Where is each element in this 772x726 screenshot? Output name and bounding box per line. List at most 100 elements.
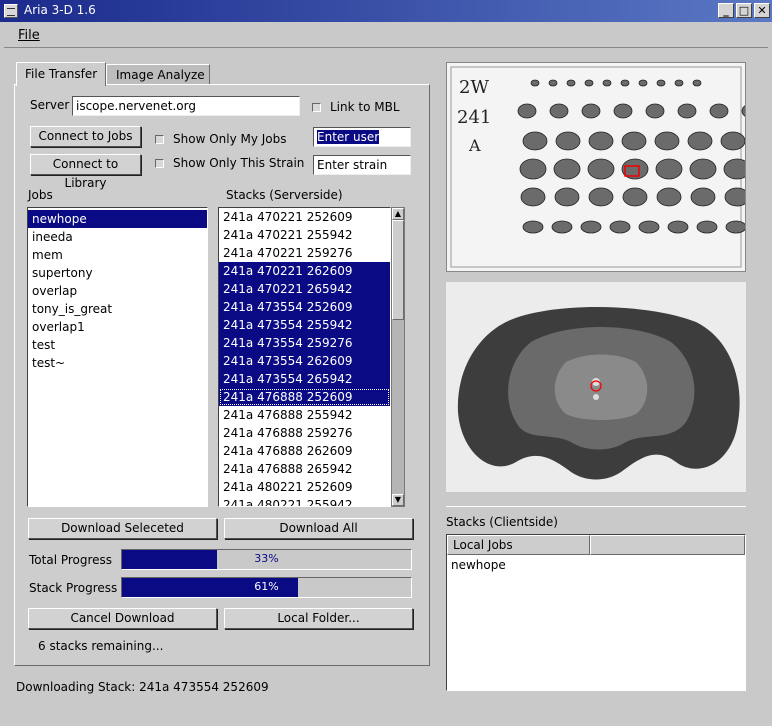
only-this-strain-label: Show Only This Strain bbox=[173, 156, 305, 170]
user-input[interactable]: Enter user bbox=[313, 127, 411, 147]
slide-overview-image[interactable]: 2W 241 A bbox=[446, 62, 746, 272]
list-item[interactable]: 241a 476888 265942 bbox=[219, 460, 390, 478]
stack-progress-text: 61% bbox=[254, 580, 279, 593]
stack-progress-label: Stack Progress bbox=[29, 581, 118, 595]
local-jobs-column-header[interactable]: Local Jobs bbox=[447, 535, 590, 555]
clientside-divider bbox=[446, 506, 746, 507]
server-input[interactable]: iscope.nervenet.org bbox=[72, 96, 300, 116]
empty-column-header[interactable] bbox=[590, 535, 745, 555]
connect-jobs-button[interactable]: Connect to Jobs bbox=[30, 126, 141, 147]
only-this-strain-checkbox[interactable] bbox=[155, 159, 164, 168]
slice-thumbnail bbox=[656, 187, 682, 207]
slice-thumbnail bbox=[655, 158, 683, 180]
title-bar[interactable]: Aria 3-D 1.6 _ □ ✕ bbox=[0, 0, 772, 22]
list-item[interactable]: 241a 470221 252609 bbox=[219, 208, 390, 226]
close-button[interactable]: ✕ bbox=[754, 3, 770, 18]
stacks-scrollbar[interactable]: ▲ ▼ bbox=[391, 207, 405, 507]
slice-thumbnail bbox=[602, 79, 612, 87]
local-folder-button[interactable]: Local Folder... bbox=[224, 608, 413, 629]
list-item[interactable]: 241a 476888 255942 bbox=[219, 406, 390, 424]
slice-thumbnail bbox=[656, 79, 666, 87]
menu-file[interactable]: File bbox=[18, 28, 40, 43]
total-progress-label: Total Progress bbox=[29, 553, 113, 567]
handwriting-line-3: A bbox=[468, 136, 481, 155]
list-item[interactable]: 241a 476888 259276 bbox=[219, 424, 390, 442]
slice-thumbnail bbox=[687, 131, 713, 151]
list-item[interactable]: supertony bbox=[28, 264, 207, 282]
tab-file-transfer-label: File Transfer bbox=[25, 67, 98, 81]
slice-thumbnail bbox=[522, 220, 544, 234]
strain-input[interactable]: Enter strain bbox=[313, 155, 411, 175]
list-item[interactable]: test~ bbox=[28, 354, 207, 372]
scroll-down-arrow-icon[interactable]: ▼ bbox=[392, 494, 404, 506]
total-progress-bar: 33% bbox=[121, 549, 412, 570]
brain-section-image[interactable] bbox=[446, 282, 746, 492]
tab-image-analyze-label: Image Analyze bbox=[116, 68, 205, 82]
scroll-thumb[interactable] bbox=[392, 220, 404, 320]
download-all-button[interactable]: Download All bbox=[224, 518, 413, 539]
list-item[interactable]: 241a 470221 265942 bbox=[219, 280, 390, 298]
stacks-client-table[interactable]: Local Jobs newhope bbox=[446, 534, 746, 691]
list-item[interactable]: 241a 476888 252609 bbox=[219, 388, 390, 406]
list-item[interactable]: 241a 473554 265942 bbox=[219, 370, 390, 388]
handwriting-line-2: 241 bbox=[457, 107, 491, 128]
list-item[interactable]: 241a 473554 262609 bbox=[219, 352, 390, 370]
slice-thumbnail bbox=[696, 220, 718, 234]
maximize-button[interactable]: □ bbox=[736, 3, 752, 18]
slice-thumbnail bbox=[584, 79, 594, 87]
list-item[interactable]: 241a 473554 255942 bbox=[219, 316, 390, 334]
stacks-remaining-text: 6 stacks remaining... bbox=[38, 639, 164, 653]
minimize-button[interactable]: _ bbox=[718, 3, 734, 18]
tab-image-analyze[interactable]: Image Analyze bbox=[106, 64, 210, 86]
list-item[interactable]: mem bbox=[28, 246, 207, 264]
list-item[interactable]: 241a 480221 252609 bbox=[219, 478, 390, 496]
list-item[interactable]: 241a 470221 262609 bbox=[219, 262, 390, 280]
slice-thumbnail bbox=[566, 79, 576, 87]
list-item[interactable]: 241a 473554 259276 bbox=[219, 334, 390, 352]
list-item[interactable]: 241a 470221 259276 bbox=[219, 244, 390, 262]
only-my-jobs-checkbox[interactable] bbox=[155, 135, 164, 144]
list-item[interactable]: 241a 480221 255942 bbox=[219, 496, 390, 506]
list-item[interactable]: overlap1 bbox=[28, 318, 207, 336]
link-mbl-checkbox[interactable] bbox=[312, 103, 321, 112]
slice-thumbnail bbox=[553, 158, 581, 180]
jobs-list[interactable]: newhope ineeda mem supertony overlap ton… bbox=[27, 207, 208, 507]
list-item[interactable]: tony_is_great bbox=[28, 300, 207, 318]
slice-thumbnail bbox=[613, 103, 633, 119]
slice-thumbnail bbox=[690, 187, 716, 207]
table-row[interactable]: newhope bbox=[447, 556, 506, 574]
download-selected-button[interactable]: Download Seleceted bbox=[28, 518, 217, 539]
slice-thumbnail bbox=[517, 103, 537, 119]
list-item[interactable]: overlap bbox=[28, 282, 207, 300]
only-my-jobs-label: Show Only My Jobs bbox=[173, 132, 287, 146]
slice-thumbnail bbox=[588, 131, 614, 151]
slice-thumbnail bbox=[689, 158, 717, 180]
slice-thumbnail bbox=[522, 131, 548, 151]
connect-library-button[interactable]: Connect to Library bbox=[30, 154, 141, 190]
slice-thumbnail bbox=[654, 131, 680, 151]
stacks-clientside-label: Stacks (Clientside) bbox=[446, 515, 558, 529]
slice-thumbnail bbox=[724, 187, 745, 207]
list-item[interactable]: test bbox=[28, 336, 207, 354]
slice-thumbnail bbox=[725, 220, 745, 234]
window-menu-icon[interactable] bbox=[4, 4, 18, 18]
slice-thumbnail bbox=[581, 103, 601, 119]
tab-file-transfer[interactable]: File Transfer bbox=[16, 62, 106, 86]
list-item[interactable]: ineeda bbox=[28, 228, 207, 246]
slice-thumbnail bbox=[638, 79, 648, 87]
list-item[interactable]: 241a 470221 255942 bbox=[219, 226, 390, 244]
list-item[interactable]: 241a 473554 252609 bbox=[219, 298, 390, 316]
handwriting-line-1: 2W bbox=[459, 77, 489, 98]
slice-thumbnail bbox=[674, 79, 684, 87]
stacks-server-list[interactable]: 241a 470221 252609 241a 470221 255942 24… bbox=[218, 207, 391, 507]
slice-thumbnail bbox=[530, 79, 540, 87]
list-item[interactable]: newhope bbox=[28, 210, 207, 228]
slice-thumbnail bbox=[588, 187, 614, 207]
cancel-download-button[interactable]: Cancel Download bbox=[28, 608, 217, 629]
scroll-up-arrow-icon[interactable]: ▲ bbox=[392, 208, 404, 220]
slice-thumbnail bbox=[551, 220, 573, 234]
total-progress-text: 33% bbox=[254, 552, 279, 565]
list-item[interactable]: 241a 476888 262609 bbox=[219, 442, 390, 460]
slice-thumbnail bbox=[549, 103, 569, 119]
slice-thumbnail bbox=[548, 79, 558, 87]
